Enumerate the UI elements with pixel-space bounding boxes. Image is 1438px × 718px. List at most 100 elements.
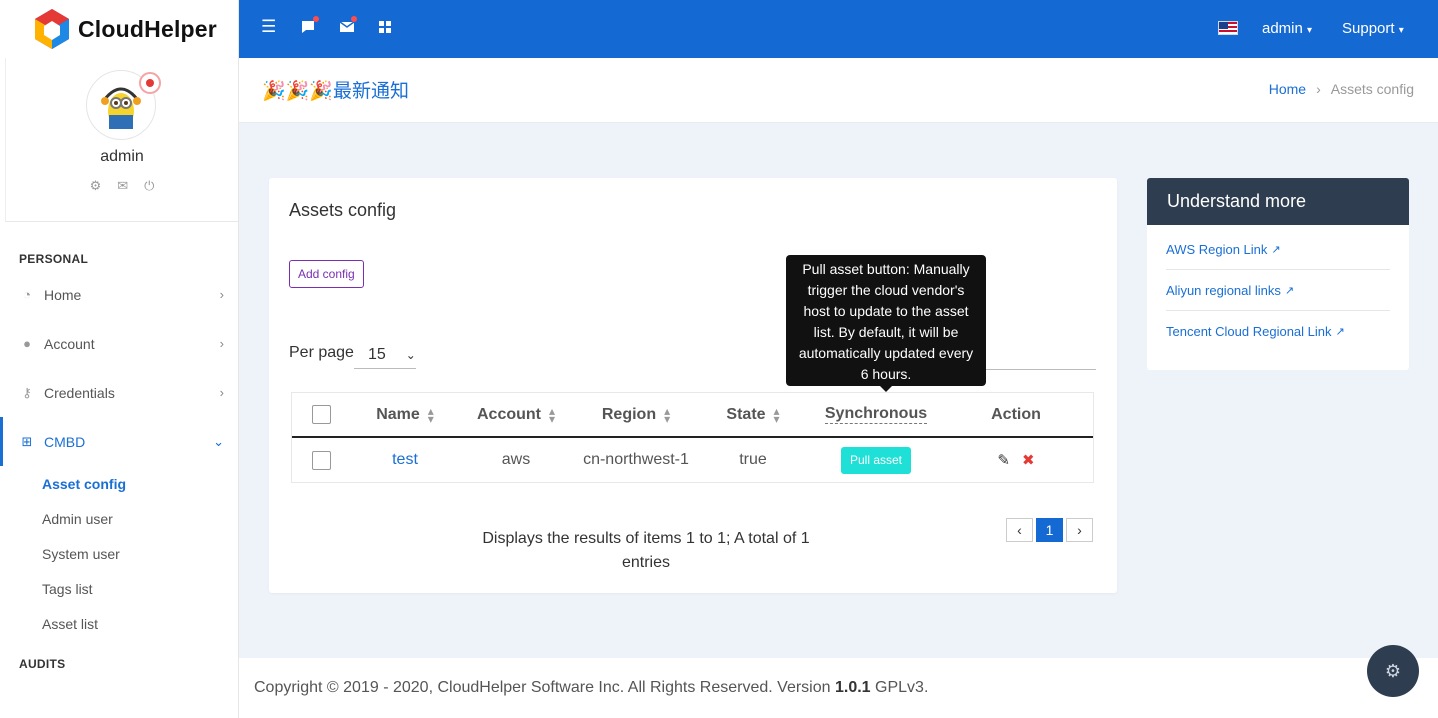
breadcrumb-separator-icon: › (1316, 81, 1321, 97)
result-summary: Displays the results of items 1 to 1; A … (482, 530, 810, 571)
apps-grid-icon[interactable] (379, 20, 391, 36)
logo-icon (35, 9, 69, 49)
per-page-label: Per page (289, 344, 354, 361)
brand-name: CloudHelper (78, 15, 217, 42)
notification-dot (139, 72, 161, 94)
sort-icon: ▴ ▾ (427, 403, 434, 426)
sort-icon: ▴ ▾ (548, 403, 556, 426)
table-row: test aws cn-northwest-1 true Pull asset … (292, 438, 1093, 482)
support-menu-label: Support (1342, 20, 1395, 37)
sidebar-subitem-asset-list[interactable]: Asset list (0, 606, 238, 641)
column-label: Synchronous (824, 405, 928, 424)
external-link-icon: ↗ (1271, 243, 1281, 256)
column-header-action: Action (946, 406, 1086, 424)
assets-table: Name ▴ ▾ Account ▴ ▾ Region ▴ ▾ State ▴ ▾ Synchr… (291, 392, 1094, 483)
sidebar-item-label: CMBD (44, 433, 86, 450)
sidebar-subitem-asset-config[interactable]: Asset config (0, 466, 238, 501)
gear-icon: ⚙ (1384, 660, 1402, 681)
sidebar: CloudHelper admin ⚙ ✉ ⏻ PERSONAL ◔ Home … (0, 0, 239, 718)
table-header: Name ▴ ▾ Account ▴ ▾ Region ▴ ▾ State ▴ ▾ Synchr… (292, 393, 1093, 438)
mail-icon[interactable] (339, 20, 355, 36)
sidebar-item-label: Account (44, 335, 95, 352)
chevron-right-icon: › (219, 385, 224, 400)
notice-link[interactable]: 🎉🎉🎉最新通知 (262, 76, 409, 103)
pencil-icon[interactable]: ✎ (997, 451, 1010, 469)
sidebar-item-cmbd[interactable]: ⊞ CMBD ⌄ (0, 417, 238, 466)
page-header: 🎉🎉🎉最新通知 Home › Assets config (239, 58, 1438, 123)
column-label: Region (601, 405, 657, 423)
footer: Copyright © 2019 - 2020, CloudHelper Sof… (239, 658, 1438, 718)
chevron-right-icon: › (219, 287, 224, 302)
settings-fab[interactable]: ⚙ (1367, 645, 1419, 697)
column-label: Account (476, 405, 541, 423)
gear-icon[interactable]: ⚙ (90, 178, 102, 194)
column-header-state[interactable]: State ▴ ▾ (700, 403, 806, 426)
mail-badge (351, 16, 357, 22)
pull-asset-button[interactable]: Pull asset (840, 446, 912, 474)
external-link-icon: ↗ (1284, 284, 1295, 297)
column-header-account[interactable]: Account ▴ ▾ (460, 403, 572, 426)
mail-icon[interactable]: ✉ (117, 178, 128, 194)
assets-config-card: Assets config Add config Per page 15 ⌄ N… (269, 178, 1117, 593)
pagination-prev[interactable]: ‹ (1006, 518, 1033, 542)
asset-name-link[interactable]: test (392, 451, 418, 469)
chat-badge (313, 16, 319, 22)
select-all-checkbox[interactable] (311, 405, 331, 424)
breadcrumb-home[interactable]: Home (1269, 81, 1306, 97)
column-header-synchronous[interactable]: Synchronous (806, 405, 946, 424)
column-header-name[interactable]: Name ▴ ▾ (350, 403, 460, 426)
chevron-down-icon: ⌄ (405, 347, 416, 362)
breadcrumb: Home › Assets config (1269, 81, 1414, 97)
per-page-select[interactable]: 15 ⌄ (354, 341, 416, 369)
sidebar-subitem-tags-list[interactable]: Tags list (0, 571, 238, 606)
sidebar-subitem-system-user[interactable]: System user (0, 536, 238, 571)
cell-state: true (739, 451, 767, 468)
chevron-down-icon: ⌄ (213, 433, 224, 449)
sidebar-item-credentials[interactable]: ⚷ Credentials › (0, 368, 238, 417)
search-input[interactable] (969, 369, 1096, 370)
sort-icon: ▴ ▾ (773, 403, 780, 426)
profile-name: admin (100, 148, 144, 165)
column-label: Name (376, 405, 420, 423)
sidebar-item-label: Credentials (44, 384, 115, 401)
chat-icon[interactable] (301, 20, 315, 37)
license-text: GPLv3. (875, 679, 929, 696)
row-checkbox[interactable] (311, 450, 331, 470)
footer-text: Copyright © 2019 - 2020, CloudHelper Sof… (254, 679, 928, 697)
dashboard-icon: ◔ (23, 287, 31, 302)
support-menu[interactable]: Support ▾ (1342, 20, 1404, 37)
close-icon[interactable]: ✖ (1022, 451, 1035, 469)
us-flag-icon[interactable] (1218, 21, 1238, 35)
brand[interactable]: CloudHelper (0, 0, 238, 58)
sort-icon: ▴ ▾ (664, 403, 671, 426)
sidebar-item-label: Home (44, 286, 82, 303)
aws-region-link[interactable]: AWS Region Link ↗ (1166, 229, 1390, 270)
topbar: ☰ admin ▾ Support ▾ (239, 0, 1438, 58)
add-config-button[interactable]: Add config (289, 260, 364, 288)
panel-title: Understand more (1147, 178, 1409, 225)
tooltip-pull-asset: Pull asset button: Manually trigger the … (786, 255, 986, 392)
aliyun-region-link[interactable]: Aliyun regional links ↗ (1166, 270, 1390, 311)
user-menu[interactable]: admin ▾ (1262, 20, 1312, 37)
breadcrumb-current: Assets config (1330, 81, 1414, 97)
section-title-personal: PERSONAL (19, 252, 89, 266)
user-menu-label: admin (1262, 20, 1303, 37)
section-title-audits: AUDITS (19, 657, 66, 671)
column-label: Action (991, 405, 1041, 423)
tencent-region-link[interactable]: Tencent Cloud Regional Link ↗ (1166, 311, 1390, 352)
pagination-page[interactable]: 1 (1036, 518, 1063, 542)
sidebar-item-home[interactable]: ◔ Home › (0, 270, 238, 319)
hamburger-menu-icon[interactable]: ☰ (261, 17, 276, 37)
link-label: AWS Region Link (1166, 241, 1268, 257)
power-icon[interactable]: ⏻ (144, 178, 154, 194)
understand-more-panel: Understand more AWS Region Link ↗ Aliyun … (1147, 178, 1409, 370)
link-label: Aliyun regional links (1166, 282, 1281, 298)
sidebar-item-account[interactable]: ● Account › (0, 319, 238, 368)
link-label: Tencent Cloud Regional Link (1166, 324, 1332, 339)
sidebar-subitem-admin-user[interactable]: Admin user (0, 501, 238, 536)
column-header-region[interactable]: Region ▴ ▾ (572, 403, 700, 426)
pagination-next[interactable]: › (1066, 518, 1093, 542)
external-link-icon: ↗ (1335, 326, 1345, 338)
caret-down-icon: ▾ (1307, 25, 1313, 36)
version-number: 1.0.1 (834, 679, 871, 696)
